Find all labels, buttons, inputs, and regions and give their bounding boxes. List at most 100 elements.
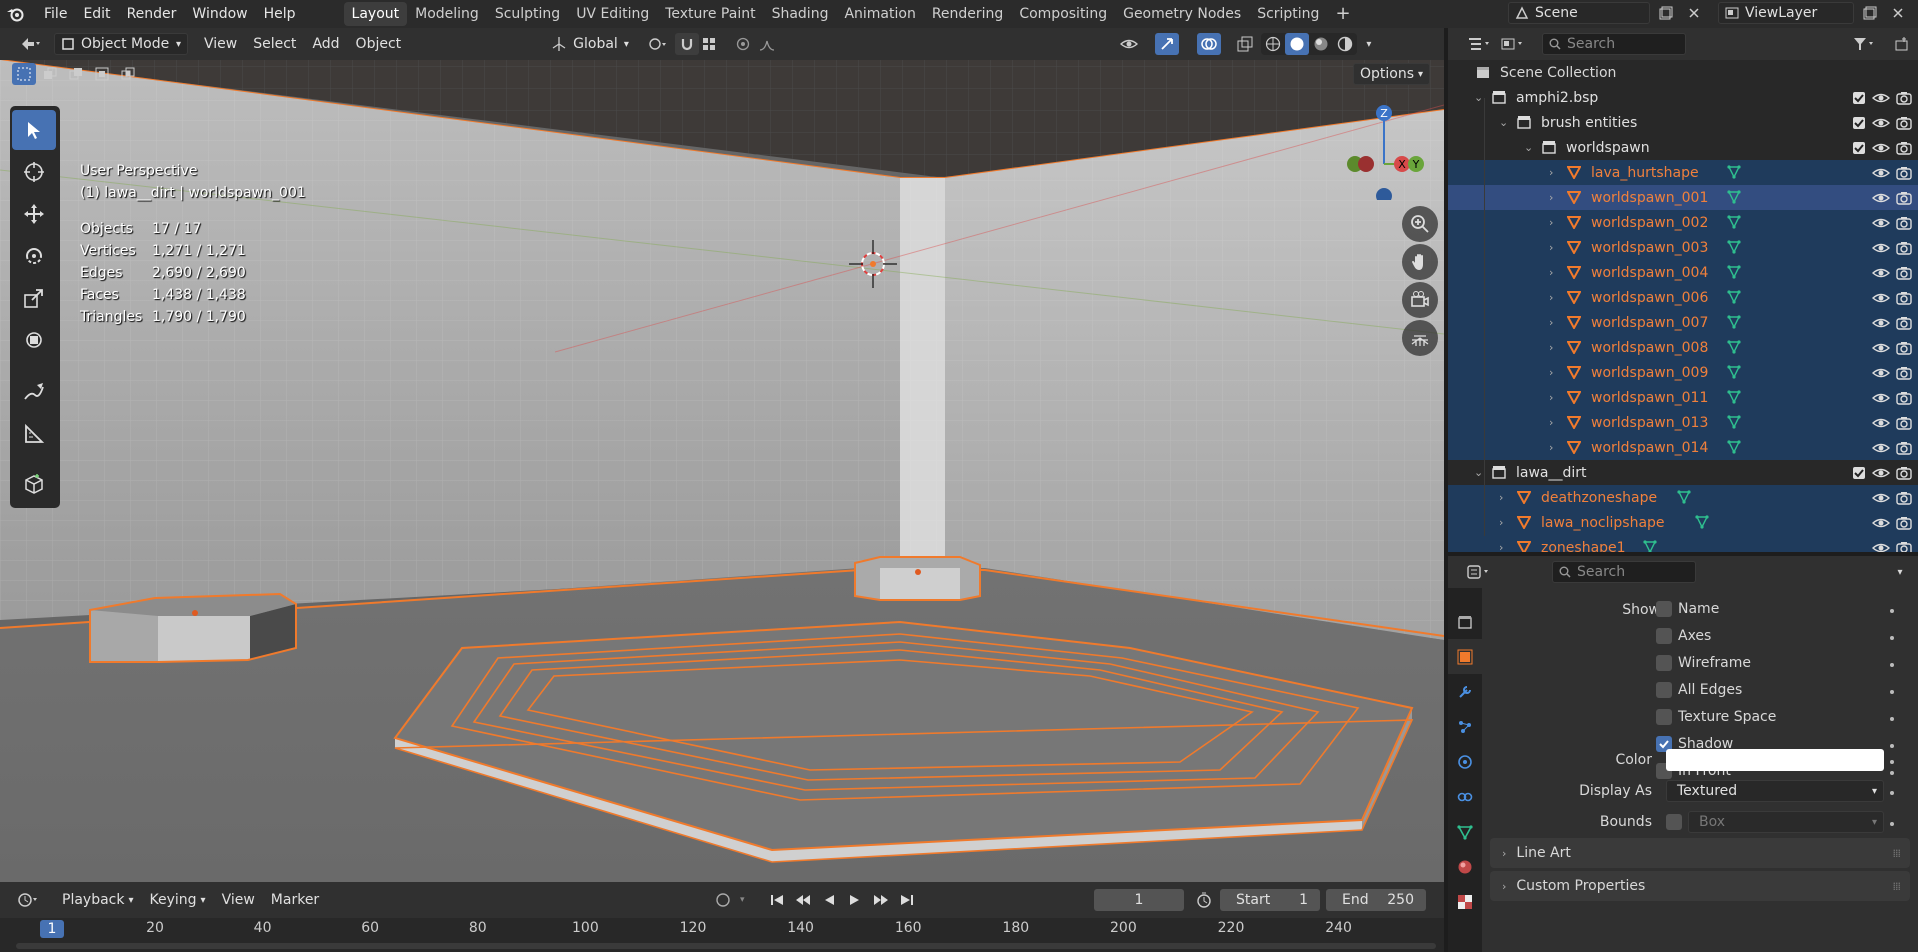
render-camera-icon[interactable] [1896,366,1912,380]
cursor-tool-icon[interactable] [12,152,56,192]
workspace-tab-uv-editing[interactable]: UV Editing [568,2,657,26]
animate-dot-icon[interactable] [1890,636,1894,640]
collapse-arrow-icon[interactable]: ⌄ [1499,116,1508,129]
modifier-tab-icon[interactable] [1448,674,1482,709]
workspace-tab-sculpting[interactable]: Sculpting [487,2,568,26]
new-collection-icon[interactable] [1890,33,1914,55]
animate-dot-icon[interactable] [1890,717,1894,721]
select-intersect-icon[interactable] [116,63,140,85]
camera-view-icon[interactable] [1402,282,1438,318]
zoom-icon[interactable] [1402,206,1438,242]
mesh-data-icon[interactable] [1727,340,1741,354]
material-shading-icon[interactable] [1309,33,1333,55]
mode-selector[interactable]: Object Mode ▾ [54,33,188,55]
expand-arrow-icon[interactable]: › [1549,366,1553,379]
render-camera-icon[interactable] [1896,216,1912,230]
outliner-object-row[interactable]: › zoneshape1 [1448,535,1918,552]
outliner-editor-icon[interactable] [1462,33,1496,55]
render-camera-icon[interactable] [1896,291,1912,305]
end-frame-field[interactable]: End 250 [1326,889,1426,911]
mesh-data-icon[interactable] [1727,215,1741,229]
expand-arrow-icon[interactable]: › [1499,541,1503,552]
mesh-data-icon[interactable] [1727,390,1741,404]
animate-dot-icon[interactable] [1890,760,1894,764]
select-new-icon[interactable] [12,63,36,85]
overlays-toggle-icon[interactable] [1196,33,1221,55]
blender-logo-icon[interactable] [0,0,30,28]
viewport-menu-add[interactable]: Add [304,33,347,55]
workspace-tab-geometry-nodes[interactable]: Geometry Nodes [1115,2,1249,26]
timeline-menu-playback[interactable]: Playback ▾ [54,889,142,911]
render-camera-icon[interactable] [1896,516,1912,530]
animate-dot-icon[interactable] [1890,609,1894,613]
expand-arrow-icon[interactable]: › [1549,441,1553,454]
eye-icon[interactable] [1872,266,1890,280]
eye-icon[interactable] [1872,216,1890,230]
bounds-dropdown[interactable]: Box ▾ [1688,811,1884,833]
outliner-object-row[interactable]: › worldspawn_002 [1448,210,1918,235]
eye-icon[interactable] [1872,166,1890,180]
snap-target-icon[interactable] [699,33,723,55]
workspace-tab-shading[interactable]: Shading [764,2,837,26]
mesh-data-icon[interactable] [1727,440,1741,454]
checkbox[interactable] [1656,601,1672,617]
exclude-checkbox-icon[interactable] [1852,466,1866,480]
viewport-menu-select[interactable]: Select [245,33,304,55]
animate-dot-icon[interactable] [1890,663,1894,667]
eye-icon[interactable] [1872,541,1890,553]
new-scene-icon[interactable] [1654,2,1678,24]
expand-arrow-icon[interactable]: › [1549,216,1553,229]
outliner-object-row[interactable]: › worldspawn_007 [1448,310,1918,335]
physics-tab-icon[interactable] [1448,744,1482,779]
outliner-object-row[interactable]: › worldspawn_008 [1448,335,1918,360]
render-camera-icon[interactable] [1896,166,1912,180]
mesh-data-icon[interactable] [1727,290,1741,304]
animate-dot-icon[interactable] [1890,744,1894,748]
mesh-data-icon[interactable] [1727,240,1741,254]
xray-toggle-icon[interactable] [1233,33,1257,55]
eye-icon[interactable] [1872,516,1890,530]
playhead-marker[interactable]: 1 [40,920,64,938]
play-icon[interactable] [843,889,867,911]
expand-arrow-icon[interactable]: › [1549,391,1553,404]
outliner-object-row[interactable]: › deathzoneshape [1448,485,1918,510]
eye-icon[interactable] [1872,466,1890,480]
eye-icon[interactable] [1872,91,1890,105]
outliner-object-row[interactable]: › worldspawn_011 [1448,385,1918,410]
checkbox-row-texture-space[interactable]: Texture Space [1656,709,1894,725]
workspace-tab-rendering[interactable]: Rendering [924,2,1012,26]
auto-keying-icon[interactable] [711,889,735,911]
keying-options-icon[interactable]: ▾ [735,889,749,911]
outliner-collection-row[interactable]: ⌄ amphi2.bsp [1448,85,1918,110]
collection-tab-icon[interactable] [1448,604,1482,639]
animate-dot-icon[interactable] [1890,791,1894,795]
properties-editor-icon[interactable] [1462,561,1496,583]
eye-icon[interactable] [1872,116,1890,130]
drag-handle-icon[interactable]: ⁞⁞⁞ [1893,847,1901,860]
render-camera-icon[interactable] [1896,491,1912,505]
eye-icon[interactable] [1872,191,1890,205]
jump-end-icon[interactable] [895,889,919,911]
outliner-object-row[interactable]: › worldspawn_001 [1448,185,1918,210]
render-camera-icon[interactable] [1896,416,1912,430]
options-button[interactable]: Options ▾ [1353,63,1431,85]
animate-dot-icon[interactable] [1890,822,1894,826]
timeline-menu-keying[interactable]: Keying ▾ [142,889,214,911]
wireframe-shading-icon[interactable] [1261,33,1285,55]
play-reverse-icon[interactable] [817,889,841,911]
mesh-data-icon[interactable] [1727,165,1741,179]
timeline-menu-view[interactable]: View [214,889,263,911]
bounds-checkbox[interactable] [1666,814,1682,830]
outliner-collection-row[interactable]: ⌄ lawa__dirt [1448,460,1918,485]
snap-toggle-icon[interactable] [674,33,699,55]
mesh-data-icon[interactable] [1727,265,1741,279]
outliner-object-row[interactable]: › worldspawn_006 [1448,285,1918,310]
panel-header-custom-properties[interactable]: › Custom Properties ⁞⁞⁞ [1490,871,1910,901]
mesh-data-icon[interactable] [1727,315,1741,329]
select-subtract-icon[interactable] [64,63,88,85]
pan-hand-icon[interactable] [1402,244,1438,280]
timeline-menu-marker[interactable]: Marker [263,889,327,911]
expand-arrow-icon[interactable]: › [1549,241,1553,254]
view-layer-selector[interactable]: ViewLayer [1718,2,1854,24]
exclude-checkbox-icon[interactable] [1852,91,1866,105]
